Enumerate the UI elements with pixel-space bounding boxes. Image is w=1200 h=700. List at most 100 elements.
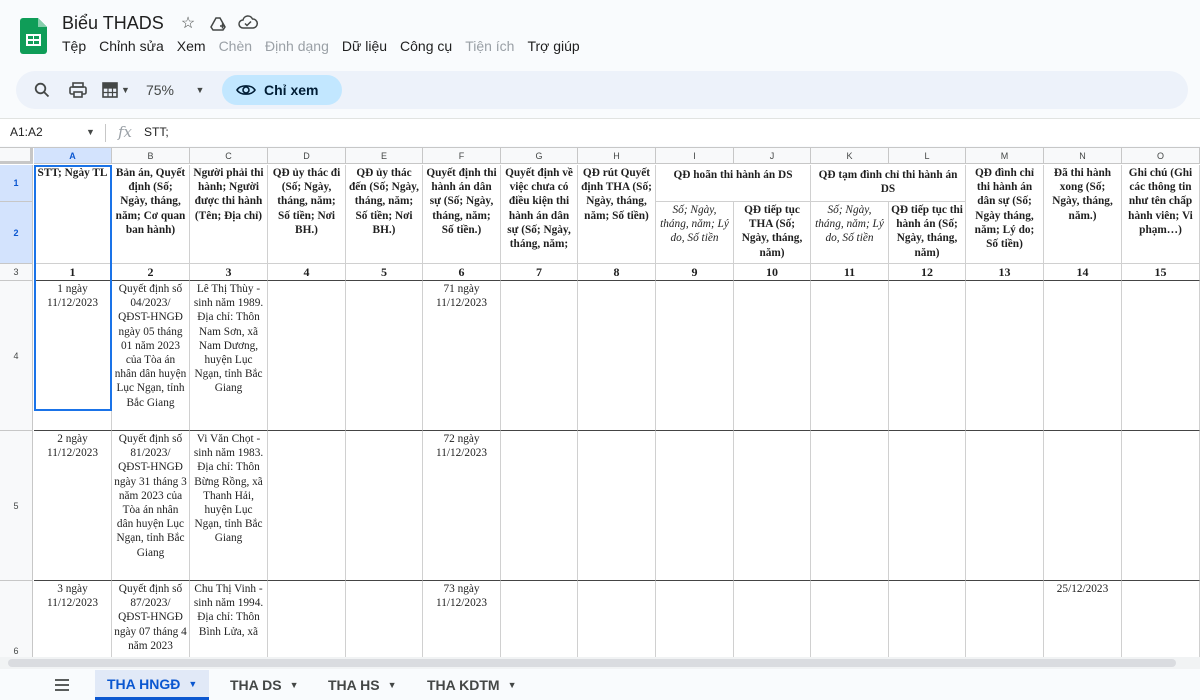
row-header-1[interactable]: 1 (0, 165, 33, 202)
table-cell-h[interactable] (578, 581, 656, 657)
column-header-o[interactable]: O (1122, 148, 1200, 164)
formula-input[interactable]: STT; (144, 125, 169, 139)
row-header-4[interactable]: 4 (0, 281, 33, 431)
table-cell-e[interactable] (346, 431, 423, 581)
name-box-chevron-icon[interactable]: ▼ (86, 127, 95, 137)
table-cell-a[interactable]: 2 ngày 11/12/2023 (34, 431, 112, 581)
table-cell-m[interactable] (966, 281, 1044, 431)
row-header-2[interactable]: 2 (0, 202, 33, 264)
column-header-g[interactable]: G (501, 148, 578, 164)
table-cell-e[interactable] (346, 581, 423, 657)
column-header-i[interactable]: I (656, 148, 734, 164)
table-cell-m[interactable] (966, 581, 1044, 657)
document-title[interactable]: Biểu THADS (62, 13, 164, 34)
table-cell-d[interactable] (268, 281, 346, 431)
table-cell-k[interactable] (811, 581, 889, 657)
header-cell-o[interactable]: Ghi chú (Ghi các thông tin như tên chấp … (1122, 165, 1200, 264)
header-cell-j2[interactable]: QĐ tiếp tục THA (Số; Ngày, tháng, năm) (734, 202, 811, 264)
menu-extensions[interactable]: Tiện ích (465, 38, 514, 54)
chevron-down-icon[interactable]: ▼ (290, 680, 299, 690)
header-cell-l2[interactable]: QĐ tiếp tục thi hành án (Số; Ngày, tháng… (889, 202, 966, 264)
chevron-down-icon[interactable]: ▼ (188, 679, 197, 689)
header-cell-e[interactable]: QĐ ủy thác đến (Số; Ngày, tháng, năm; Số… (346, 165, 423, 264)
column-number-cell[interactable]: 14 (1044, 264, 1122, 281)
column-number-cell[interactable]: 15 (1122, 264, 1200, 281)
star-icon[interactable]: ☆ (178, 14, 198, 34)
menu-edit[interactable]: Chỉnh sửa (99, 38, 164, 54)
column-number-cell[interactable]: 5 (346, 264, 423, 281)
column-header-k[interactable]: K (811, 148, 889, 164)
column-number-cell[interactable]: 1 (34, 264, 112, 281)
menu-data[interactable]: Dữ liệu (342, 38, 387, 54)
menu-help[interactable]: Trợ giúp (527, 38, 579, 54)
table-cell-l[interactable] (889, 581, 966, 657)
header-cell-ij[interactable]: QĐ hoãn thi hành án DS (656, 165, 811, 202)
column-header-c[interactable]: C (190, 148, 268, 164)
menu-tools[interactable]: Công cụ (400, 38, 452, 54)
column-number-cell[interactable]: 3 (190, 264, 268, 281)
column-header-a[interactable]: A (34, 148, 112, 164)
table-cell-k[interactable] (811, 281, 889, 431)
menu-view[interactable]: Xem (177, 38, 206, 54)
table-cell-l[interactable] (889, 431, 966, 581)
sheet-tab-tha-hngd[interactable]: THA HNGĐ ▼ (95, 670, 210, 700)
name-box[interactable]: A1:A2 (10, 125, 43, 139)
select-all-corner[interactable] (0, 148, 33, 164)
column-number-cell[interactable]: 9 (656, 264, 734, 281)
table-cell-c[interactable]: Vi Văn Chọt - sinh năm 1983. Địa chỉ: Th… (190, 431, 268, 581)
column-header-d[interactable]: D (268, 148, 346, 164)
spreadsheet-grid[interactable]: A B C D E F G H I J K L M N O 1 2 3 4 5 … (0, 147, 1200, 657)
table-cell-b[interactable]: Quyết định số 87/2023/ QĐST-HNGĐ ngày 07… (112, 581, 190, 657)
column-number-cell[interactable]: 7 (501, 264, 578, 281)
header-cell-b[interactable]: Bản án, Quyết định (Số; Ngày, tháng, năm… (112, 165, 190, 264)
column-header-f[interactable]: F (423, 148, 501, 164)
column-number-cell[interactable]: 10 (734, 264, 811, 281)
table-cell-e[interactable] (346, 281, 423, 431)
table-cell-c[interactable]: Lê Thị Thùy - sinh năm 1989. Địa chỉ: Th… (190, 281, 268, 431)
column-header-j[interactable]: J (734, 148, 811, 164)
column-number-cell[interactable]: 8 (578, 264, 656, 281)
table-cell-i[interactable] (656, 431, 734, 581)
menu-file[interactable]: Tệp (62, 38, 86, 54)
table-cell-o[interactable] (1122, 581, 1200, 657)
format-cells-menu[interactable]: ▼ (98, 71, 134, 109)
table-cell-a[interactable]: 3 ngày 11/12/2023 (34, 581, 112, 657)
header-cell-d[interactable]: QĐ ủy thác đi (Số; Ngày, tháng, năm; Số … (268, 165, 346, 264)
table-cell-g[interactable] (501, 581, 578, 657)
table-cell-c[interactable]: Chu Thị Vinh - sinh năm 1994. Địa chỉ: T… (190, 581, 268, 657)
header-cell-g[interactable]: Quyết định về việc chưa có điều kiện thi… (501, 165, 578, 264)
header-cell-f[interactable]: Quyết định thi hành án dân sự (Số; Ngày,… (423, 165, 501, 264)
table-cell-f[interactable]: 72 ngày 11/12/2023 (423, 431, 501, 581)
column-header-n[interactable]: N (1044, 148, 1122, 164)
table-cell-n[interactable] (1044, 431, 1122, 581)
menu-format[interactable]: Định dạng (265, 38, 329, 54)
table-cell-h[interactable] (578, 431, 656, 581)
view-only-button[interactable]: Chỉ xem (222, 75, 342, 105)
all-sheets-menu-icon[interactable] (52, 677, 72, 693)
table-cell-m[interactable] (966, 431, 1044, 581)
header-cell-i2[interactable]: Số; Ngày, tháng, năm; Lý do, Số tiền (656, 202, 734, 264)
cloud-status-icon[interactable] (238, 14, 258, 34)
table-cell-k[interactable] (811, 431, 889, 581)
sheets-logo-icon[interactable] (20, 18, 47, 54)
table-cell-g[interactable] (501, 431, 578, 581)
table-cell-n[interactable]: 25/12/2023 (1044, 581, 1122, 657)
header-cell-n[interactable]: Đã thi hành xong (Số; Ngày, tháng, năm.) (1044, 165, 1122, 264)
table-cell-h[interactable] (578, 281, 656, 431)
table-cell-b[interactable]: Quyết định số 81/2023/ QĐST-HNGĐ ngày 31… (112, 431, 190, 581)
column-number-cell[interactable]: 6 (423, 264, 501, 281)
header-cell-c[interactable]: Người phải thi hành; Người được thi hành… (190, 165, 268, 264)
column-header-e[interactable]: E (346, 148, 423, 164)
header-cell-kl[interactable]: QĐ tạm đình chỉ thi hành án DS (811, 165, 966, 202)
table-cell-d[interactable] (268, 431, 346, 581)
menu-insert[interactable]: Chèn (219, 38, 252, 54)
horizontal-scrollbar[interactable] (0, 657, 1200, 669)
sheet-tab-tha-hs[interactable]: THA HS ▼ (316, 670, 409, 700)
table-cell-a[interactable]: 1 ngày 11/12/2023 (34, 281, 112, 431)
column-number-cell[interactable]: 11 (811, 264, 889, 281)
table-cell-o[interactable] (1122, 431, 1200, 581)
header-cell-a[interactable]: STT; Ngày TL (34, 165, 112, 264)
table-cell-b[interactable]: Quyết định số 04/2023/ QĐST-HNGĐ ngày 05… (112, 281, 190, 431)
move-to-drive-icon[interactable] (208, 14, 228, 34)
header-cell-h[interactable]: QĐ rút Quyết định THA (Số; Ngày, tháng, … (578, 165, 656, 264)
